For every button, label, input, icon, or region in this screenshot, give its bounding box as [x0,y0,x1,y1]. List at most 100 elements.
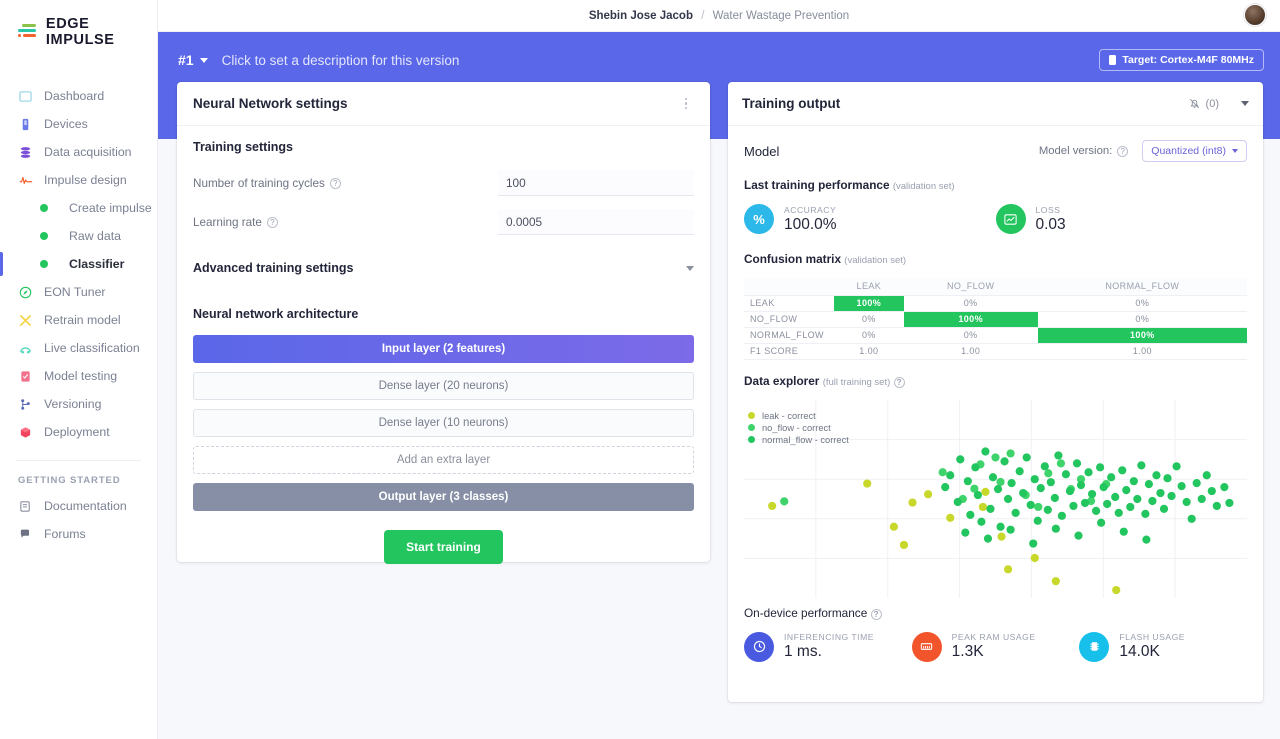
scatter-point[interactable] [1197,494,1206,503]
start-training-button[interactable]: Start training [384,530,503,564]
scatter-point[interactable] [1087,489,1097,498]
scatter-point[interactable] [1103,499,1112,508]
scatter-point[interactable] [983,534,993,543]
scatter-point[interactable] [1011,508,1020,517]
scatter-point[interactable] [1129,476,1138,485]
scatter-point[interactable] [1152,470,1161,479]
sidebar-item-devices[interactable]: Devices [0,110,157,138]
scatter-point[interactable] [1043,505,1052,514]
scatter-point[interactable] [977,517,986,526]
scatter-point[interactable] [768,501,777,510]
sidebar-item-dashboard[interactable]: Dashboard [0,82,157,110]
sidebar-item-impulse-design[interactable]: Impulse design [0,166,157,194]
scatter-point[interactable] [1006,525,1015,534]
model-version-select[interactable]: Quantized (int8) [1142,140,1247,162]
scatter-point[interactable] [1107,472,1116,481]
scatter-point[interactable] [1015,466,1024,475]
scatter-point[interactable] [1072,458,1082,467]
scatter-point[interactable] [986,504,995,513]
sidebar-item-model-testing[interactable]: Model testing [0,362,157,390]
scatter-point[interactable] [1076,480,1086,489]
scatter-point[interactable] [1202,470,1211,479]
advanced-training-settings-toggle[interactable]: Advanced training settings [193,251,694,285]
layer-input[interactable]: Input layer (2 features) [193,335,694,363]
scatter-point[interactable] [963,476,972,485]
sidebar-item-documentation[interactable]: Documentation [0,492,157,520]
scatter-point[interactable] [1003,564,1013,573]
scatter-point[interactable] [863,478,872,488]
scatter-point[interactable] [1033,516,1042,525]
help-icon[interactable]: ? [893,376,905,388]
scatter-point[interactable] [1050,493,1059,502]
scatter-point[interactable] [1044,468,1053,477]
scatter-point[interactable] [1182,497,1191,506]
scatter-point[interactable] [946,513,955,522]
scatter-point[interactable] [938,467,947,476]
breadcrumb-project[interactable]: Water Wastage Prevention [713,10,850,22]
scatter-point[interactable] [1065,486,1075,495]
version-number[interactable]: #1 [178,52,194,68]
scatter-point[interactable] [889,522,898,531]
scatter-point[interactable] [1069,501,1078,510]
scatter-point[interactable] [1187,514,1196,523]
scatter-point[interactable] [780,496,789,505]
sidebar-item-eon-tuner[interactable]: EON Tuner [0,278,157,306]
scatter-point[interactable] [971,462,980,471]
sidebar-item-live-classification[interactable]: Live classification [0,334,157,362]
scatter-point[interactable] [1084,467,1093,476]
scatter-point[interactable] [996,477,1005,486]
scatter-point[interactable] [981,446,990,456]
sidebar-item-versioning[interactable]: Versioning [0,390,157,418]
notification-toggle[interactable]: (0) [1188,97,1219,110]
legend-item[interactable]: leak - correct [748,410,849,422]
help-icon[interactable]: ? [870,608,882,620]
legend-item[interactable]: no_flow - correct [748,422,849,434]
scatter-point[interactable] [1156,488,1165,497]
data-explorer-plot[interactable]: leak - correct no_flow - correct normal_fl… [744,399,1247,598]
scatter-point[interactable] [1022,452,1031,462]
scatter-point[interactable] [997,532,1006,541]
scatter-point[interactable] [1192,478,1201,487]
scatter-point[interactable] [1118,465,1127,474]
scatter-point[interactable] [1141,509,1150,518]
sidebar-item-raw-data[interactable]: Raw data [0,222,157,250]
kebab-menu-icon[interactable] [678,97,694,110]
scatter-point[interactable] [1172,461,1181,470]
sidebar-item-retrain-model[interactable]: Retrain model [0,306,157,334]
sidebar-item-forums[interactable]: Forums [0,520,157,548]
help-icon[interactable]: ? [266,216,278,228]
scatter-point[interactable] [1056,458,1065,467]
scatter-point[interactable] [946,470,955,479]
scatter-point[interactable] [1019,488,1028,497]
chevron-down-icon[interactable] [1241,101,1249,106]
scatter-point[interactable] [1034,502,1043,511]
scatter-point[interactable] [1159,504,1169,513]
scatter-point[interactable] [973,490,982,499]
scatter-point[interactable] [1114,508,1123,517]
scatter-point[interactable] [991,452,1000,462]
scatter-point[interactable] [923,489,933,498]
scatter-point[interactable] [961,528,970,537]
scatter-point[interactable] [1054,450,1063,460]
sidebar-item-data-acquisition[interactable]: Data acquisition [0,138,157,166]
scatter-point[interactable] [1142,534,1151,544]
brand-logo[interactable]: EDGE IMPULSE [0,0,157,48]
scatter-point[interactable] [1057,511,1066,520]
scatter-point[interactable] [1046,477,1055,486]
scatter-point[interactable] [1080,498,1090,507]
scatter-point[interactable] [1000,456,1009,465]
chevron-down-icon[interactable] [199,57,208,63]
scatter-point[interactable] [1167,491,1176,500]
scatter-point[interactable] [1148,496,1157,505]
scatter-point[interactable] [1133,494,1142,503]
scatter-point[interactable] [1225,498,1234,507]
scatter-point[interactable] [978,502,988,511]
layer-output[interactable]: Output layer (3 classes) [193,483,694,511]
version-description[interactable]: Click to set a description for this vers… [222,53,460,68]
scatter-point[interactable] [1061,469,1071,478]
scatter-point[interactable] [1030,553,1039,562]
breadcrumb-owner[interactable]: Shebin Jose Jacob [589,10,693,22]
scatter-point[interactable] [1026,500,1035,509]
legend-item[interactable]: normal_flow - correct [748,434,849,446]
target-badge[interactable]: Target: Cortex-M4F 80MHz [1099,49,1264,71]
